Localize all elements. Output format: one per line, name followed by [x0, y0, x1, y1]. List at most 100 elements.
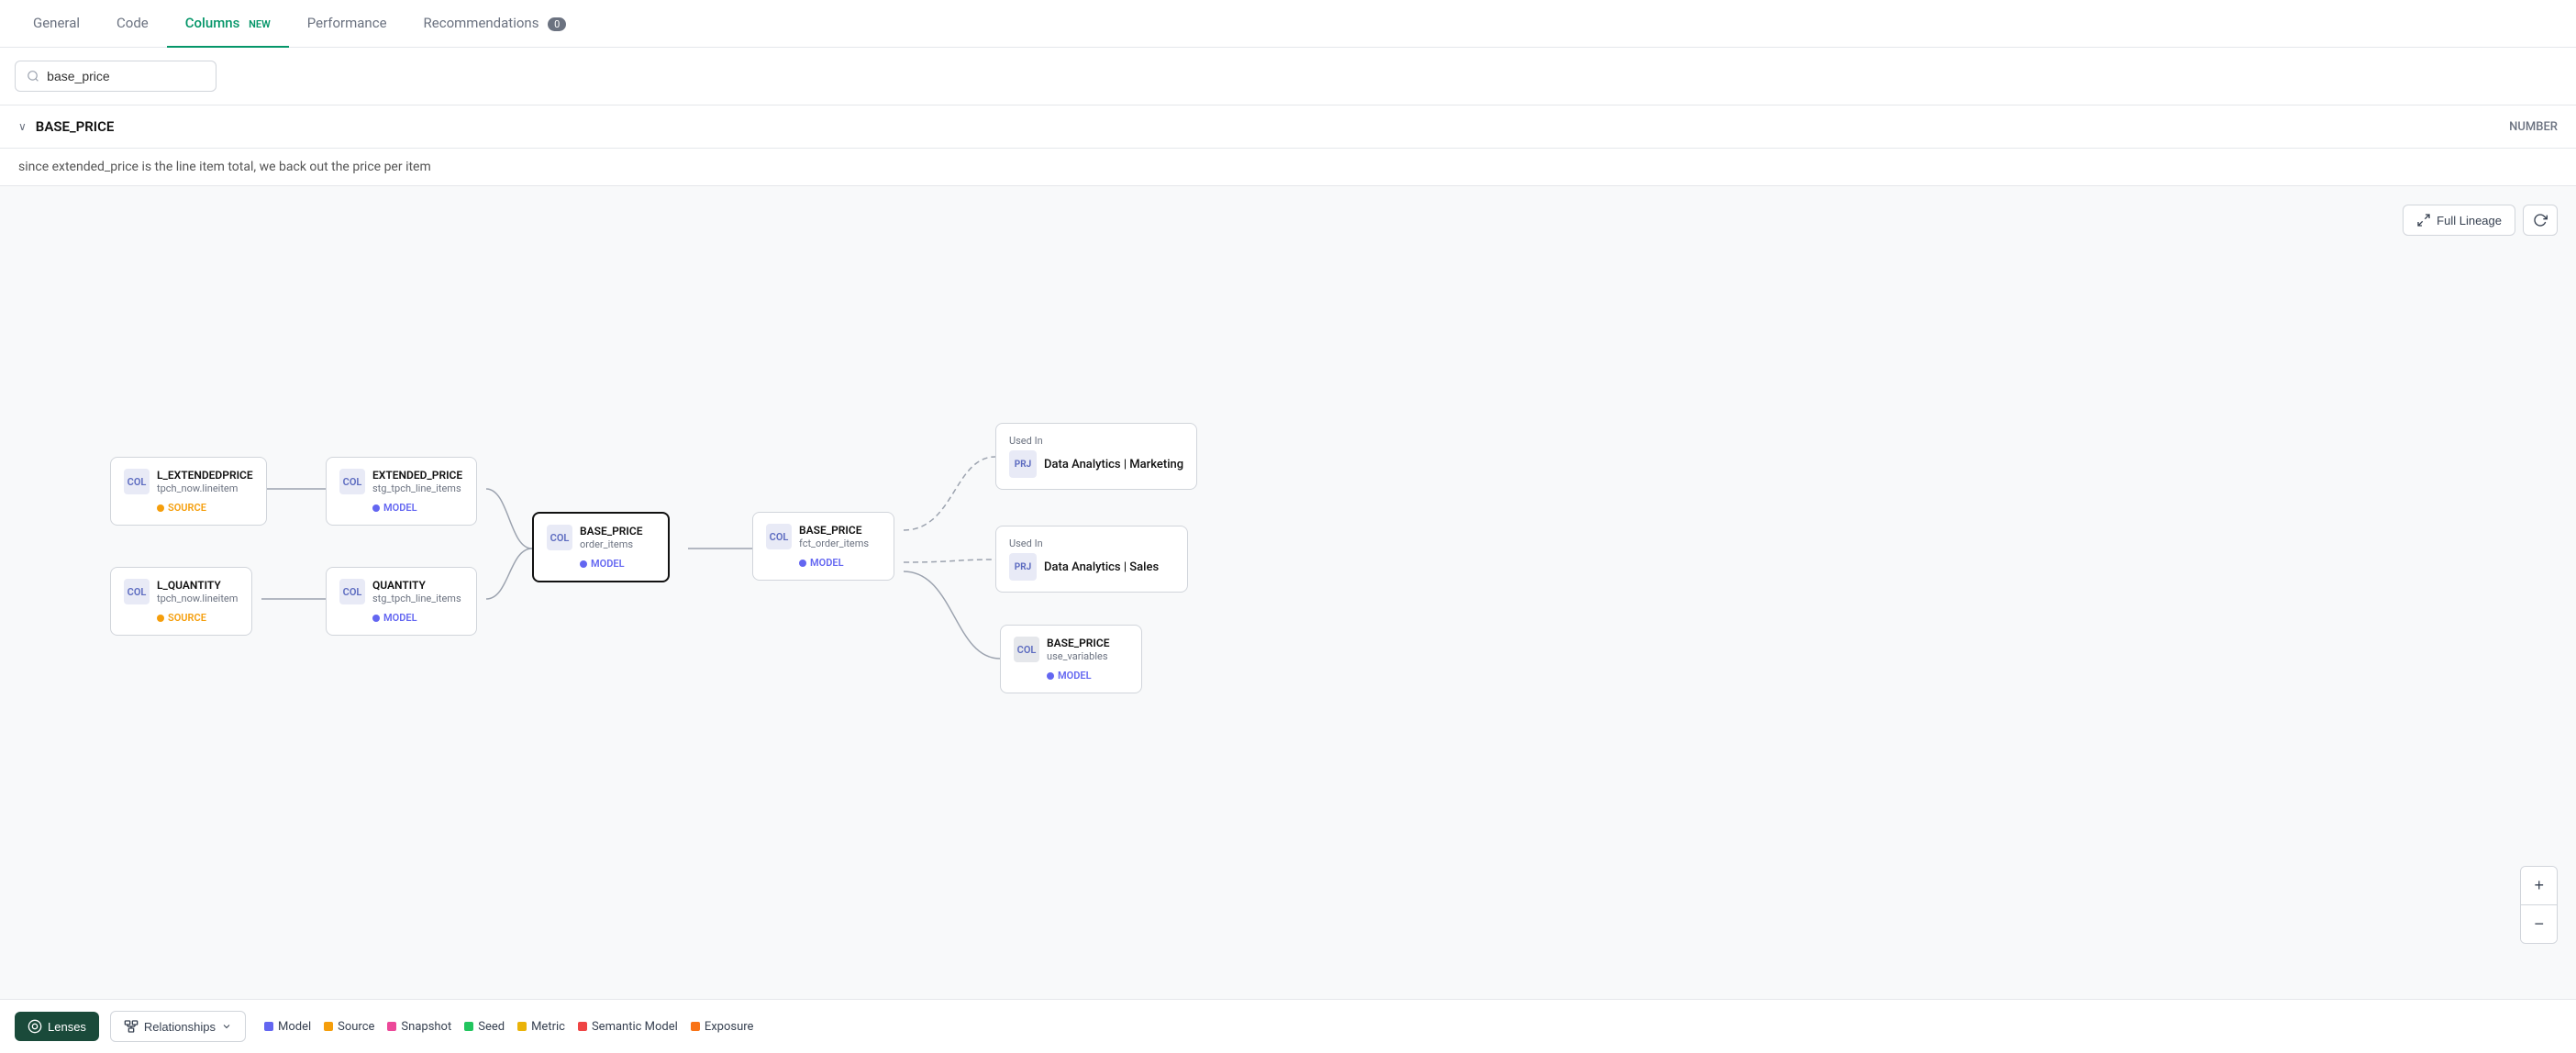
recommendations-count-badge: 0 [548, 17, 566, 31]
tab-columns[interactable]: Columns NEW [167, 0, 289, 48]
node-type-badge: SOURCE [157, 612, 239, 624]
lineage-area: COL L_EXTENDEDPRICE tpch_now.lineitem SO… [0, 186, 2576, 999]
search-bar [0, 48, 2576, 105]
legend-semantic-model: Semantic Model [578, 1020, 678, 1034]
refresh-button[interactable] [2523, 205, 2558, 236]
node-type-badge: MODEL [1047, 670, 1128, 682]
node-quantity[interactable]: COL QUANTITY stg_tpch_line_items MODEL [326, 567, 477, 636]
col-icon: COL [339, 579, 365, 604]
node-base-price-use[interactable]: COL BASE_PRICE use_variables MODEL [1000, 625, 1142, 693]
tab-performance[interactable]: Performance [289, 0, 405, 48]
used-in-name: Data Analytics | Marketing [1044, 458, 1183, 471]
node-sub: order_items [580, 538, 655, 550]
col-icon: COL [124, 469, 150, 494]
node-label: QUANTITY [372, 579, 463, 592]
node-label: BASE_PRICE [799, 524, 881, 537]
metric-dot [517, 1022, 527, 1031]
legend-metric-label: Metric [531, 1020, 565, 1034]
node-type-badge: MODEL [799, 557, 881, 569]
legend-source: Source [324, 1020, 374, 1034]
lineage-controls: Full Lineage [2403, 205, 2558, 236]
col-icon: COL [766, 524, 792, 549]
node-label: L_EXTENDEDPRICE [157, 469, 253, 482]
zoom-controls: + − [2520, 866, 2558, 944]
prj-icon: PRJ [1009, 553, 1037, 581]
legend-seed: Seed [464, 1020, 505, 1034]
legend-semantic-model-label: Semantic Model [592, 1020, 678, 1034]
legend: Model Source Snapshot Seed Metric Semant… [264, 1020, 753, 1034]
source-dot [324, 1022, 333, 1031]
lenses-button[interactable]: Lenses [15, 1012, 99, 1041]
node-sub: use_variables [1047, 650, 1128, 662]
full-lineage-button[interactable]: Full Lineage [2403, 205, 2515, 236]
legend-seed-label: Seed [478, 1020, 505, 1034]
search-wrapper[interactable] [15, 61, 217, 92]
col-icon: COL [547, 525, 572, 550]
seed-dot [464, 1022, 473, 1031]
used-in-marketing[interactable]: Used In PRJ Data Analytics | Marketing [995, 423, 1197, 490]
node-sub: stg_tpch_line_items [372, 482, 463, 494]
columns-new-badge: NEW [249, 18, 271, 30]
lenses-label: Lenses [48, 1020, 86, 1034]
node-type-badge: SOURCE [157, 502, 253, 514]
tab-bar: General Code Columns NEW Performance Rec… [0, 0, 2576, 48]
node-label: L_QUANTITY [157, 579, 239, 592]
column-name: BASE_PRICE [36, 118, 115, 135]
legend-exposure: Exposure [691, 1020, 754, 1034]
node-type-badge: MODEL [372, 502, 463, 514]
lenses-icon [28, 1019, 42, 1034]
used-in-label: Used In [1009, 435, 1183, 447]
tab-recommendations[interactable]: Recommendations 0 [405, 0, 585, 48]
column-type: NUMBER [2509, 120, 2558, 134]
prj-icon: PRJ [1009, 450, 1037, 478]
legend-metric: Metric [517, 1020, 565, 1034]
legend-snapshot: Snapshot [387, 1020, 451, 1034]
legend-source-label: Source [338, 1020, 374, 1034]
legend-snapshot-label: Snapshot [401, 1020, 451, 1034]
snapshot-dot [387, 1022, 396, 1031]
relationships-label: Relationships [144, 1020, 216, 1034]
col-icon: COL [339, 469, 365, 494]
chevron-down-icon [221, 1021, 232, 1032]
column-description: since extended_price is the line item to… [0, 149, 2576, 186]
chevron-icon[interactable]: ∨ [18, 120, 27, 133]
node-sub: tpch_now.lineitem [157, 482, 253, 494]
tab-code[interactable]: Code [98, 0, 167, 48]
node-type-badge: MODEL [372, 612, 463, 624]
legend-model: Model [264, 1020, 311, 1034]
node-label: EXTENDED_PRICE [372, 469, 463, 482]
used-in-label: Used In [1009, 538, 1174, 549]
expand-icon [2416, 213, 2431, 227]
node-extended-price[interactable]: COL EXTENDED_PRICE stg_tpch_line_items M… [326, 457, 477, 526]
semantic-model-dot [578, 1022, 587, 1031]
used-in-name: Data Analytics | Sales [1044, 560, 1159, 574]
legend-exposure-label: Exposure [705, 1020, 754, 1034]
search-input[interactable] [47, 69, 205, 83]
bottom-bar: Lenses Relationships Model Source [0, 999, 2576, 1053]
search-icon [27, 69, 39, 83]
tab-general[interactable]: General [15, 0, 98, 48]
model-dot [264, 1022, 273, 1031]
zoom-in-button[interactable]: + [2521, 867, 2557, 905]
refresh-icon [2533, 213, 2548, 227]
used-in-sales[interactable]: Used In PRJ Data Analytics | Sales [995, 526, 1188, 593]
col-icon: COL [124, 579, 150, 604]
relationships-button[interactable]: Relationships [110, 1011, 246, 1042]
node-label: BASE_PRICE [1047, 637, 1128, 649]
node-l-quantity[interactable]: COL L_QUANTITY tpch_now.lineitem SOURCE [110, 567, 252, 636]
node-base-price-main[interactable]: COL BASE_PRICE order_items MODEL [532, 512, 670, 582]
node-l-extendedprice[interactable]: COL L_EXTENDEDPRICE tpch_now.lineitem SO… [110, 457, 267, 526]
relationships-icon [124, 1019, 139, 1034]
node-type-badge: MODEL [580, 558, 655, 570]
node-base-price-fct[interactable]: COL BASE_PRICE fct_order_items MODEL [752, 512, 894, 581]
node-label: BASE_PRICE [580, 525, 655, 538]
col-icon: COL [1014, 637, 1039, 662]
node-sub: tpch_now.lineitem [157, 593, 239, 604]
legend-model-label: Model [278, 1020, 311, 1034]
node-sub: fct_order_items [799, 538, 881, 549]
full-lineage-label: Full Lineage [2437, 214, 2502, 227]
node-sub: stg_tpch_line_items [372, 593, 463, 604]
column-header: ∨ BASE_PRICE NUMBER [0, 105, 2576, 149]
exposure-dot [691, 1022, 700, 1031]
zoom-out-button[interactable]: − [2521, 905, 2557, 943]
